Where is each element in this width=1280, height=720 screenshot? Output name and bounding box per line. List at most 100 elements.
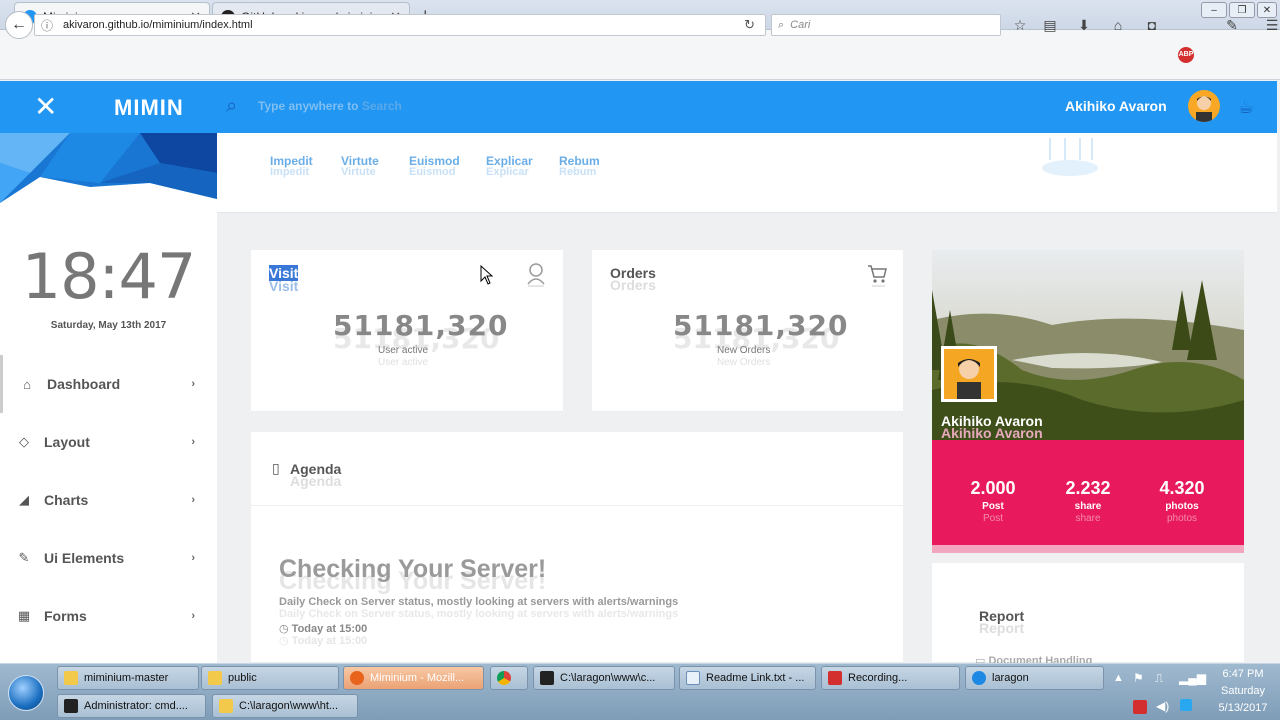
browser-nav-bar [0,30,1280,80]
sidebar-clock: 18:47 [21,240,197,313]
back-arrow-icon[interactable]: ← [5,11,33,39]
sidebar-item-charts[interactable]: ◢ Charts › [0,471,217,529]
clock-time: 6:47 PM [1222,668,1264,680]
subnav-link-shadow: Impedit [270,166,310,178]
profile-cover-image [932,250,1244,440]
agenda-divider [251,505,903,506]
taskbar-label: Administrator: cmd.... [84,700,188,712]
chevron-right-icon: › [191,436,195,448]
report-title-shadow: Report [979,620,1025,636]
notepad-icon [219,699,233,713]
dropbox-icon[interactable] [1180,699,1192,711]
sub-navigation [217,133,1277,213]
tray-expand-icon[interactable]: ▲ [1113,672,1124,684]
profile-stats-strip [932,545,1244,553]
stat-share-shadow: share [1075,513,1101,524]
report-item: ▭ Document Handling [975,654,1092,663]
sidebar-item-forms[interactable]: ▦ Forms › [0,587,217,645]
stat-share-value: 2.232 [1065,478,1111,498]
sidebar-item-label: Forms [44,608,87,624]
agenda-description-shadow: Daily Check on Server status, mostly loo… [279,608,679,620]
search-icon: ⌕ [778,18,785,31]
taskbar-item-htdocs[interactable]: C:\laragon\www\ht... [212,694,358,718]
cart-icon [866,263,888,289]
orders-label-shadow: New Orders [717,357,771,368]
orders-title-shadow: Orders [610,277,656,293]
pocket-icon[interactable]: ◘ [1143,16,1161,34]
chevron-right-icon: › [191,552,195,564]
taskbar-label: miminium-master [84,672,169,684]
adblock-icon[interactable]: ABP [1178,47,1194,63]
network-icon[interactable]: ▂▄▆ [1179,671,1206,685]
taskbar-item-laragon[interactable]: laragon [965,666,1104,690]
clock-day: Saturday [1220,685,1266,697]
taskbar-item-miminium-master[interactable]: miminium-master [57,666,199,690]
windows-start-icon[interactable] [8,675,44,711]
router-icon [1042,138,1098,176]
reading-list-icon[interactable]: ▤ [1041,16,1059,34]
taskbar-item-recording[interactable]: Recording... [821,666,960,690]
bookmark-star-icon[interactable]: ☆ [1011,16,1029,34]
recorder-icon [828,671,842,685]
sidebar-polygon-art [0,133,217,203]
taskbar-item-cmd[interactable]: C:\laragon\www\c... [533,666,675,690]
folder-icon [208,671,222,685]
stat-post-label: Post [982,501,1004,512]
brand-logo[interactable]: MIMIN [114,95,184,121]
visit-title-shadow: Visit [269,278,299,294]
notepad-icon [686,671,700,685]
visit-label-shadow: User active [378,357,429,368]
chevron-right-icon: › [191,378,195,390]
taskbar-label: C:\laragon\www\c... [560,672,656,684]
extension-icon[interactable]: ✎ [1223,16,1241,34]
download-icon[interactable]: ⬇ [1075,16,1093,34]
profile-name-shadow: Akihiko Avaron [941,425,1043,441]
sidebar-item-label: Charts [44,492,89,508]
laragon-icon [972,671,986,685]
usb-icon[interactable]: ⎍ [1155,671,1163,686]
taskbar-item-chrome[interactable] [490,666,528,690]
sidebar-item-label: Ui Elements [44,550,125,566]
taskbar-label: public [228,672,257,684]
home-icon[interactable]: ⌂ [1109,16,1127,34]
taskbar-item-public[interactable]: public [201,666,339,690]
orders-value: 51181,320 [673,309,849,342]
stat-photos-label: photos [1165,501,1199,512]
agenda-heading: Checking Your Server! [279,555,547,583]
folder-icon [64,671,78,685]
table-icon: ▦ [17,608,31,623]
close-menu-icon[interactable]: ✕ [34,93,57,121]
taskbar-label: Miminium - Mozill... [370,672,465,684]
folder-icon: ▭ [975,655,986,663]
coffee-icon[interactable]: ☕ [1238,97,1254,118]
taskbar-label: Recording... [848,672,908,684]
taskbar-item-readme[interactable]: Readme Link.txt - ... [679,666,816,690]
antivirus-icon[interactable] [1133,700,1147,714]
subnav-link-shadow: Rebum [559,166,597,178]
subnav-link-shadow: Explicar [486,166,529,178]
stat-photos-shadow: photos [1166,513,1198,524]
profile-avatar[interactable] [941,346,997,402]
reload-icon[interactable]: ↻ [744,17,755,33]
header-user-name[interactable]: Akihiko Avaron [1065,98,1167,114]
flag-icon[interactable]: ⚑ [1133,671,1144,685]
system-clock[interactable]: 6:47 PM Saturday 5/13/2017 [1208,666,1278,717]
volume-icon[interactable]: ◀) [1156,699,1169,713]
avatar[interactable] [1188,90,1220,122]
hamburger-menu-icon[interactable]: ☰ [1263,16,1280,34]
chevron-right-icon: › [191,610,195,622]
sidebar-item-layout[interactable]: ◇ Layout › [0,413,217,471]
stat-share-label: share [1074,501,1102,512]
agenda-title-shadow: Agenda [290,473,342,489]
url-bar[interactable]: ⓘ akivaron.github.io/miminium/index.html… [34,14,766,36]
sidebar-item-dashboard[interactable]: ⌂ Dashboard › [0,355,217,413]
search-icon[interactable]: ⌕ [226,95,237,118]
diamond-icon: ◇ [19,434,29,449]
sidebar-item-ui-elements[interactable]: ✎ Ui Elements › [0,529,217,587]
taskbar-item-admin-cmd[interactable]: Administrator: cmd.... [57,694,206,718]
search-bold: Search [361,99,402,113]
browser-search-input[interactable]: ⌕ Cari [771,14,1001,36]
stat-post-shadow: Post [982,513,1003,524]
taskbar-item-firefox[interactable]: Miminium - Mozill... [343,666,484,690]
app-search-input[interactable]: Type anywhere to Search [258,99,402,113]
